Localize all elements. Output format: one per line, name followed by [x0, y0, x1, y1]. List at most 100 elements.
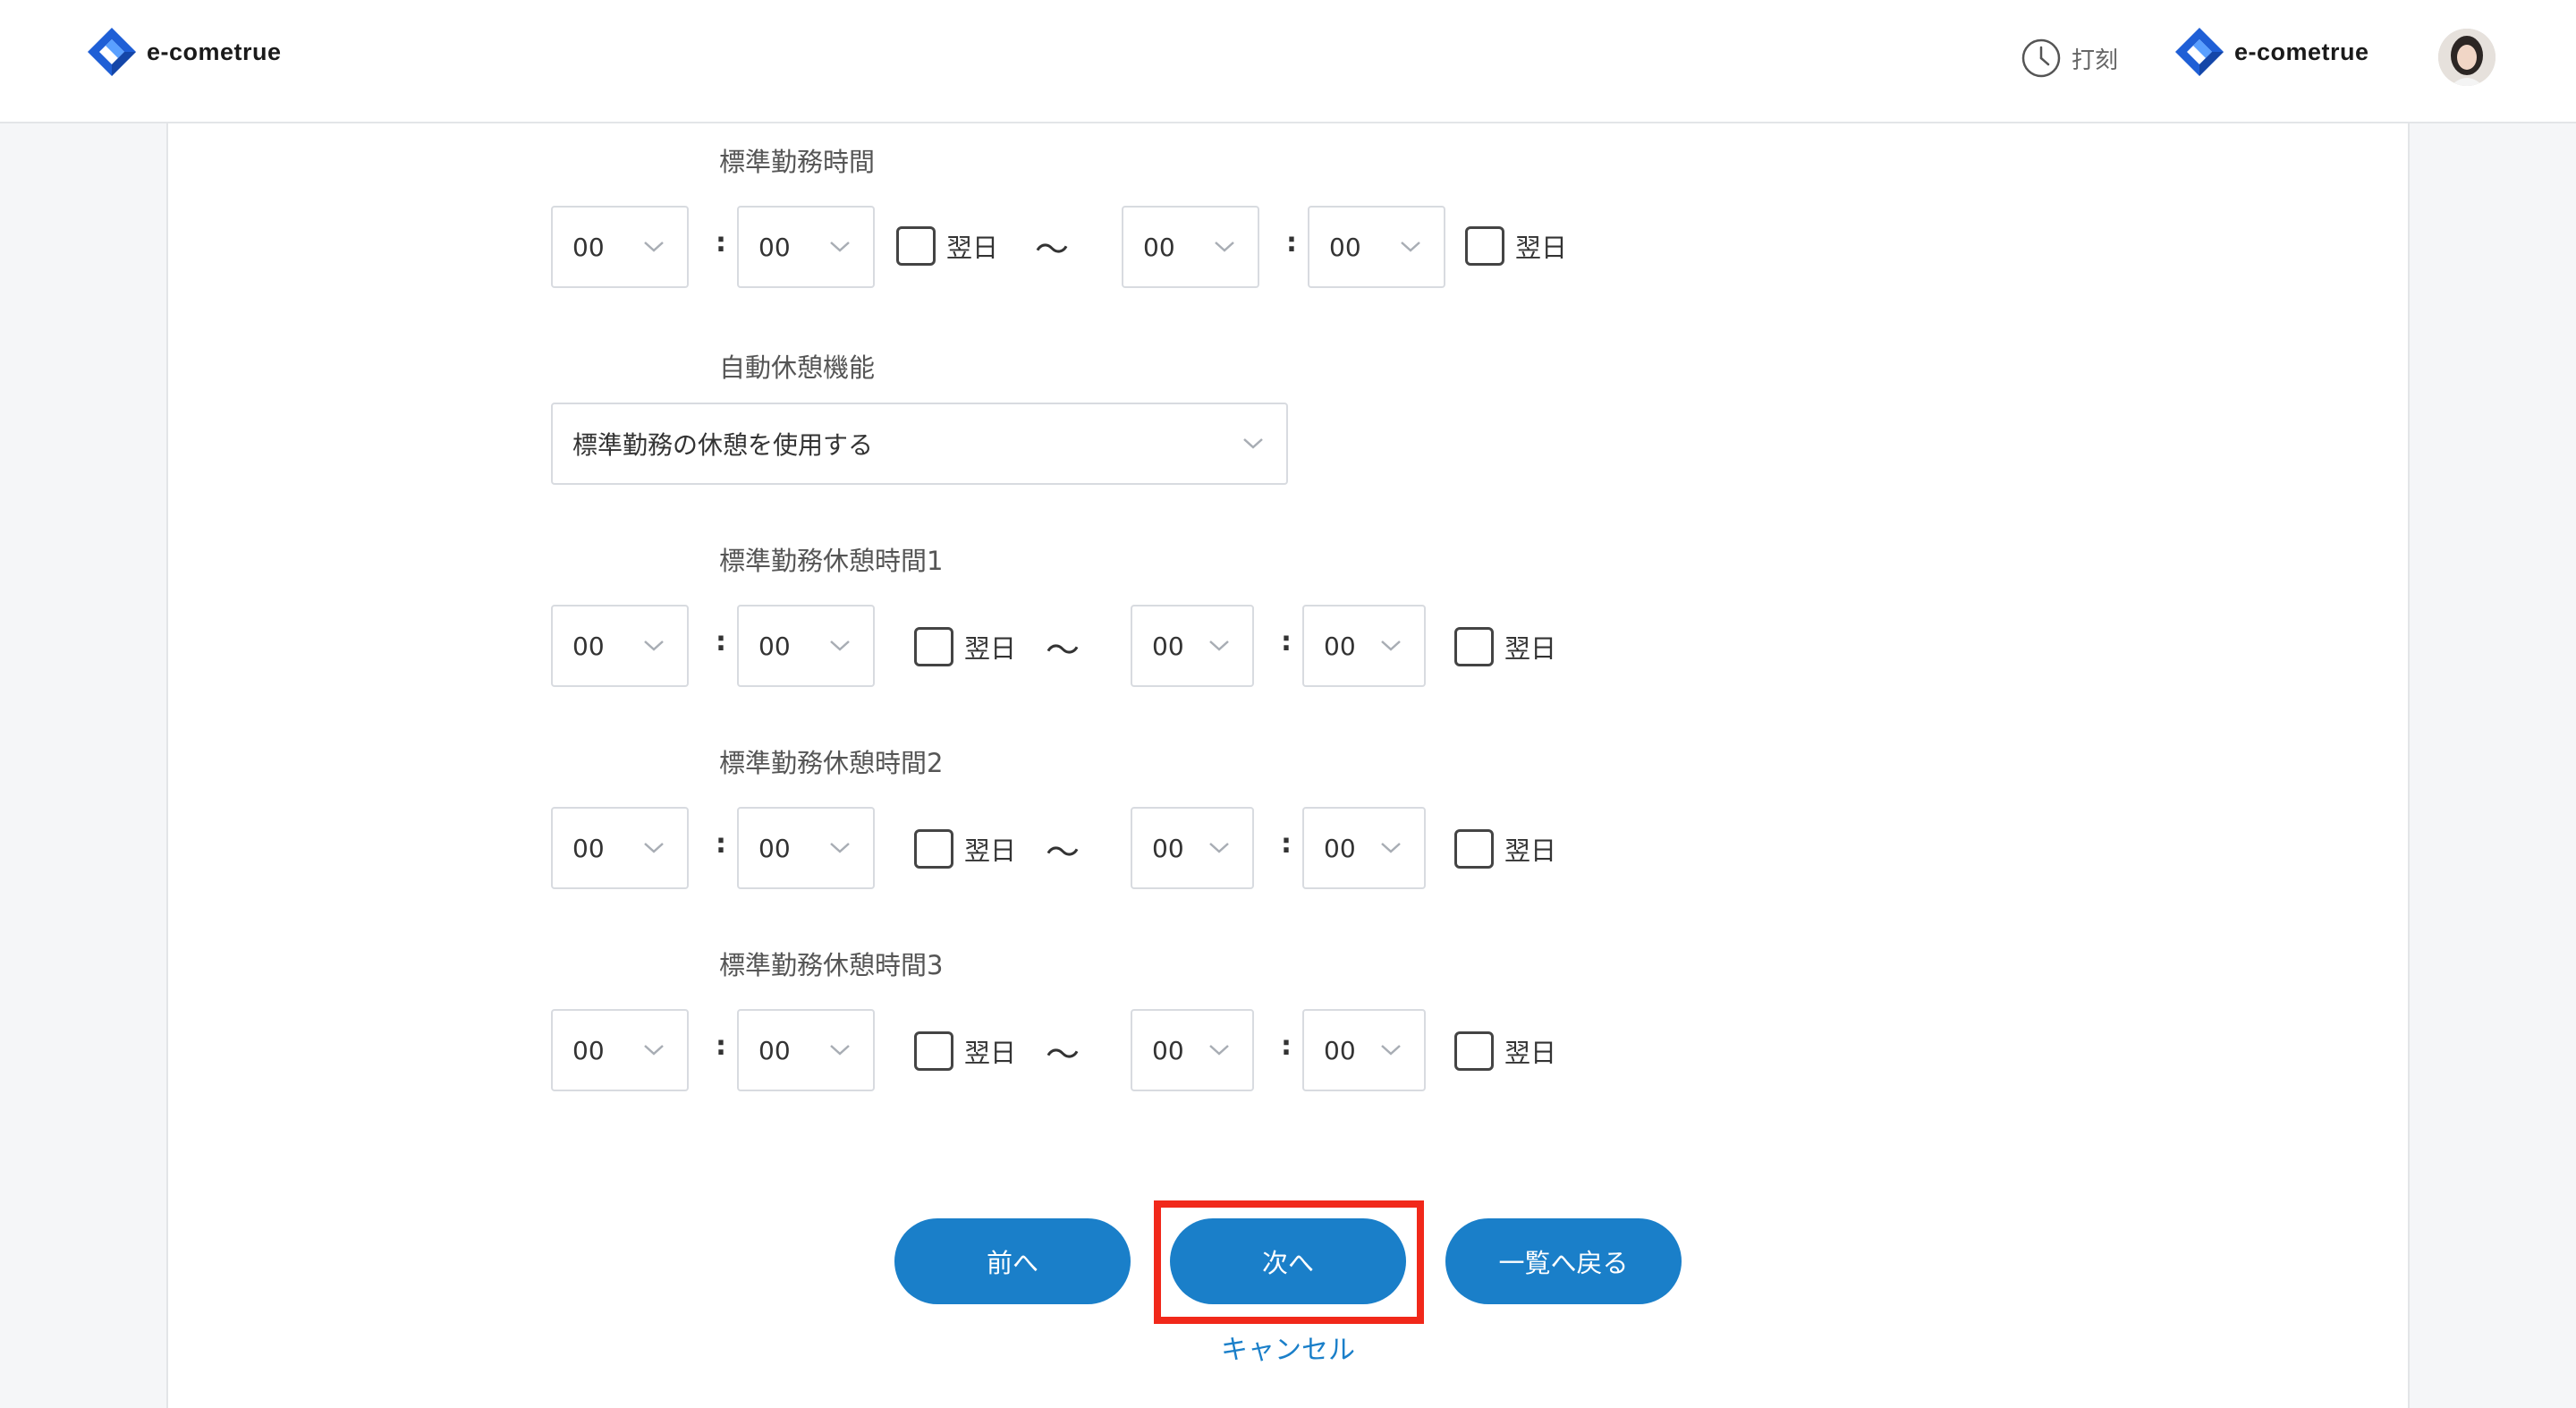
checkbox-label: 翌日	[946, 233, 999, 263]
time-colon: :	[1281, 626, 1292, 657]
break-2-end-next-day-checkbox[interactable]: 翌日	[1454, 828, 1556, 869]
standard-end-hour-select[interactable]: 00	[1122, 206, 1259, 288]
checkbox-box[interactable]	[1465, 226, 1504, 266]
chevron-down-icon	[830, 1045, 850, 1056]
time-colon: :	[1281, 1031, 1292, 1062]
checkbox-box[interactable]	[914, 627, 953, 666]
brand-logo[interactable]: e-cometrue	[84, 25, 282, 79]
select-value: 00	[572, 631, 605, 661]
app-header: e-cometrue 打刻 e-cometrue	[0, 0, 2576, 123]
select-value: 00	[758, 1035, 791, 1065]
break-2-label: 標準勤務休憩時間2	[719, 748, 944, 778]
back-to-list-button[interactable]: 一覧へ戻る	[1445, 1218, 1682, 1304]
checkbox-label: 翌日	[1515, 233, 1568, 263]
select-value: 00	[572, 833, 605, 863]
select-value: 00	[1152, 1035, 1184, 1065]
checkbox-box[interactable]	[1454, 1031, 1494, 1071]
avatar-portrait-icon	[2438, 29, 2496, 86]
checkbox-box[interactable]	[914, 1031, 953, 1071]
select-value: 00	[1152, 833, 1184, 863]
chevron-down-icon	[1215, 242, 1234, 252]
break-3-end-next-day-checkbox[interactable]: 翌日	[1454, 1031, 1556, 1072]
break-3-start-next-day-checkbox[interactable]: 翌日	[914, 1031, 1016, 1072]
time-colon: :	[716, 626, 726, 657]
chevron-down-icon	[1209, 1045, 1229, 1056]
break-2-start-next-day-checkbox[interactable]: 翌日	[914, 828, 1016, 869]
clock-icon	[2021, 38, 2061, 78]
chevron-down-icon	[644, 1045, 664, 1056]
diamond-logo-icon	[88, 28, 136, 76]
range-separator: 〜	[1045, 631, 1080, 670]
break-2-start-hour-select[interactable]: 00	[551, 807, 689, 889]
break-3-start-hour-select[interactable]: 00	[551, 1009, 689, 1091]
time-colon: :	[716, 227, 726, 259]
auto-break-select[interactable]: 標準勤務の休憩を使用する	[551, 403, 1288, 485]
standard-hours-label: 標準勤務時間	[719, 147, 876, 177]
break-1-end-next-day-checkbox[interactable]: 翌日	[1454, 626, 1556, 667]
standard-end-minute-select[interactable]: 00	[1308, 206, 1445, 288]
break-1-end-minute-select[interactable]: 00	[1302, 605, 1426, 687]
break-1-start-hour-select[interactable]: 00	[551, 605, 689, 687]
checkbox-box[interactable]	[1454, 627, 1494, 666]
checkbox-label: 翌日	[1504, 633, 1557, 664]
auto-break-label: 自動休憩機能	[719, 352, 876, 383]
chevron-down-icon	[644, 242, 664, 252]
select-value: 00	[1329, 232, 1361, 262]
break-1-start-minute-select[interactable]: 00	[737, 605, 875, 687]
checkbox-label: 翌日	[1504, 1038, 1557, 1068]
break-1-label: 標準勤務休憩時間1	[719, 546, 944, 576]
chevron-down-icon	[830, 242, 850, 252]
break-3-start-minute-select[interactable]: 00	[737, 1009, 875, 1091]
prev-button[interactable]: 前へ	[894, 1218, 1131, 1304]
checkbox-box[interactable]	[1454, 829, 1494, 869]
standard-start-next-day-checkbox[interactable]: 翌日	[896, 225, 998, 267]
chevron-down-icon	[1381, 843, 1401, 853]
time-colon: :	[716, 1031, 726, 1062]
brand-name-secondary: e-cometrue	[2234, 38, 2369, 65]
break-3-label: 標準勤務休憩時間3	[719, 950, 944, 980]
checkbox-box[interactable]	[896, 226, 936, 266]
break-3-end-minute-select[interactable]: 00	[1302, 1009, 1426, 1091]
checkbox-box[interactable]	[914, 829, 953, 869]
select-value: 00	[1324, 833, 1356, 863]
brand-name: e-cometrue	[147, 38, 282, 65]
select-value: 00	[758, 631, 791, 661]
chevron-down-icon	[830, 843, 850, 853]
chevron-down-icon	[644, 640, 664, 651]
chevron-down-icon	[830, 640, 850, 651]
standard-start-hour-select[interactable]: 00	[551, 206, 689, 288]
chevron-down-icon	[1381, 640, 1401, 651]
range-separator: 〜	[1034, 230, 1069, 269]
diamond-logo-icon	[2175, 28, 2224, 76]
range-separator: 〜	[1045, 1035, 1080, 1074]
chevron-down-icon	[644, 843, 664, 853]
select-value: 00	[572, 1035, 605, 1065]
checkbox-label: 翌日	[964, 1038, 1017, 1068]
time-colon: :	[716, 828, 726, 860]
select-value: 標準勤務の休憩を使用する	[572, 430, 874, 460]
select-value: 00	[1152, 631, 1184, 661]
brand-logo-secondary: e-cometrue	[2172, 25, 2369, 79]
break-2-end-minute-select[interactable]: 00	[1302, 807, 1426, 889]
punch-button[interactable]: 打刻	[2020, 36, 2118, 81]
chevron-down-icon	[1209, 640, 1229, 651]
break-2-end-hour-select[interactable]: 00	[1131, 807, 1254, 889]
time-colon: :	[1286, 227, 1297, 259]
standard-start-minute-select[interactable]: 00	[737, 206, 875, 288]
next-button-highlight	[1154, 1200, 1424, 1324]
user-avatar[interactable]	[2438, 29, 2496, 86]
range-separator: 〜	[1045, 833, 1080, 872]
checkbox-label: 翌日	[964, 633, 1017, 664]
break-2-start-minute-select[interactable]: 00	[737, 807, 875, 889]
chevron-down-icon	[1209, 843, 1229, 853]
standard-end-next-day-checkbox[interactable]: 翌日	[1465, 225, 1567, 267]
chevron-down-icon	[1243, 438, 1263, 449]
select-value: 00	[1324, 631, 1356, 661]
punch-label: 打刻	[2072, 47, 2119, 74]
cancel-link[interactable]: キャンセル	[1218, 1327, 1358, 1367]
break-3-end-hour-select[interactable]: 00	[1131, 1009, 1254, 1091]
break-1-end-hour-select[interactable]: 00	[1131, 605, 1254, 687]
break-1-start-next-day-checkbox[interactable]: 翌日	[914, 626, 1016, 667]
checkbox-label: 翌日	[1504, 835, 1557, 866]
checkbox-label: 翌日	[964, 835, 1017, 866]
